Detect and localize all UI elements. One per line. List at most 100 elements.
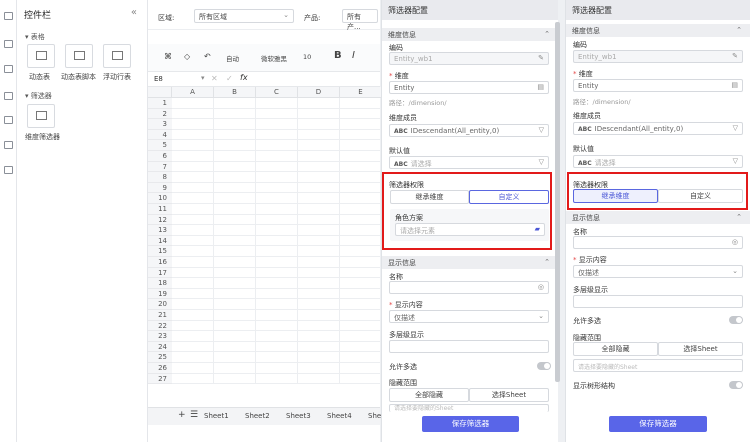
bold-icon[interactable]: B (334, 50, 342, 61)
row-header[interactable]: 8 (148, 172, 172, 183)
sheet-tab[interactable]: Sheet2 (245, 412, 270, 420)
name-input[interactable]: ◎ (389, 281, 549, 294)
row-header[interactable]: 9 (148, 182, 172, 194)
number-format-select[interactable]: 自动 (226, 53, 239, 63)
column-header[interactable]: B (214, 87, 256, 98)
row-header[interactable]: 11 (148, 204, 172, 215)
tree-structure-toggle[interactable] (729, 381, 743, 389)
product-select[interactable]: 所有产... (342, 9, 378, 31)
save-filter-button[interactable]: 保存筛选器 (422, 416, 519, 432)
region-select[interactable]: 所有区域 ⌄ (194, 9, 294, 23)
format-painter-icon[interactable]: ⌘ (164, 52, 172, 61)
default-select[interactable]: ABC 请选择 ▽ (389, 156, 549, 169)
clear-format-icon[interactable]: ◇ (184, 52, 190, 61)
table-icon[interactable] (4, 65, 13, 73)
cancel-icon[interactable]: ✕ (211, 74, 218, 83)
tree-icon[interactable] (4, 166, 13, 174)
row-header[interactable]: 5 (148, 140, 172, 151)
row-header[interactable]: 26 (148, 363, 172, 374)
sheet-tab[interactable]: Sheet3 (286, 412, 311, 420)
section-dimension-info[interactable]: 维度信息 ⌃ (566, 24, 750, 37)
save-filter-button[interactable]: 保存筛选器 (609, 416, 707, 432)
globe-icon[interactable]: ◎ (732, 238, 738, 246)
column-header[interactable]: D (298, 87, 340, 98)
row-header[interactable]: 27 (148, 373, 172, 385)
allow-multi-toggle[interactable] (537, 362, 551, 370)
group-table-label[interactable]: ▾ 表格 (25, 32, 45, 42)
font-select[interactable]: 微软雅黑 (261, 53, 287, 63)
data-icon[interactable] (4, 141, 13, 149)
column-header[interactable]: A (172, 87, 214, 98)
picker-icon[interactable]: ▤ (731, 81, 738, 89)
default-select[interactable]: ABC 请选择 ▽ (573, 155, 743, 168)
filter-icon[interactable]: ▽ (733, 124, 738, 132)
function-icon[interactable]: fx (240, 73, 248, 82)
row-header[interactable]: 16 (148, 257, 172, 268)
globe-icon[interactable]: ◎ (538, 283, 544, 291)
name-input[interactable]: ◎ (573, 236, 743, 249)
italic-icon[interactable]: I (352, 50, 355, 61)
sheet-tab[interactable]: She (368, 412, 381, 420)
scrollbar[interactable] (555, 22, 560, 382)
collapse-icon[interactable]: « (131, 7, 137, 18)
font-size-select[interactable]: 10 (303, 53, 311, 61)
add-sheet-icon[interactable]: + (178, 410, 186, 420)
row-header[interactable]: 18 (148, 278, 172, 289)
chart-icon[interactable] (4, 92, 13, 100)
row-header[interactable]: 19 (148, 288, 172, 300)
member-input[interactable]: ABC IDescendant(All_entity,0) ▽ (389, 124, 549, 137)
row-header[interactable]: 12 (148, 214, 172, 226)
multi-level-input[interactable] (389, 340, 549, 353)
hide-all-option[interactable]: 全部隐藏 (573, 342, 658, 356)
dimension-input[interactable]: Entity ▤ (389, 81, 549, 94)
confirm-icon[interactable]: ✓ (226, 74, 233, 83)
column-header[interactable]: E (340, 87, 382, 98)
code-input[interactable]: Entity_wb1 ✎ (389, 52, 549, 65)
row-header[interactable]: 4 (148, 129, 172, 141)
row-header[interactable]: 24 (148, 341, 172, 353)
row-header[interactable]: 15 (148, 246, 172, 257)
row-header[interactable]: 1 (148, 98, 172, 109)
content-select[interactable]: 仅描述 ⌄ (389, 310, 549, 323)
cell-reference[interactable]: E8 (154, 75, 163, 83)
dimension-input[interactable]: Entity ▤ (573, 79, 743, 92)
content-select[interactable]: 仅描述 ⌄ (573, 265, 743, 278)
dynamic-table-widget[interactable] (27, 44, 55, 68)
row-header[interactable]: 2 (148, 108, 172, 120)
sheet-list-icon[interactable]: ☰ (190, 410, 198, 420)
group-filter-label[interactable]: ▾ 筛选器 (25, 91, 52, 101)
row-header[interactable]: 25 (148, 352, 172, 363)
row-header[interactable]: 7 (148, 161, 172, 173)
edit-icon[interactable]: ✎ (732, 52, 738, 60)
undo-icon[interactable]: ↶ (204, 52, 211, 61)
sheet-tab[interactable]: Sheet1 (204, 412, 229, 420)
section-dimension-info[interactable]: 维度信息 ⌃ (382, 28, 558, 41)
row-header[interactable]: 17 (148, 267, 172, 279)
row-header[interactable]: 23 (148, 331, 172, 342)
member-input[interactable]: ABC IDescendant(All_entity,0) ▽ (573, 122, 743, 135)
floating-row-table-widget[interactable] (103, 44, 131, 68)
dimension-filter-widget[interactable] (27, 104, 55, 128)
section-display-info[interactable]: 显示信息 ⌃ (382, 256, 558, 269)
multi-level-input[interactable] (573, 295, 743, 308)
column-header[interactable]: C (256, 87, 298, 98)
row-header[interactable]: 22 (148, 320, 172, 332)
row-header[interactable]: 21 (148, 310, 172, 321)
filter-icon[interactable]: ▽ (539, 126, 544, 134)
layout-icon[interactable] (4, 12, 13, 20)
filter-icon[interactable]: ▽ (539, 158, 544, 166)
hide-all-option[interactable]: 全部隐藏 (389, 388, 469, 402)
row-header[interactable]: 6 (148, 151, 172, 162)
grid-corner[interactable] (148, 87, 172, 98)
chevron-down-icon[interactable]: ▾ (201, 74, 205, 82)
cell-grid[interactable]: A B C D E 1 2 3 4 5 6 7 8 9 10 11 12 13 14 15 16 17 18 19 20 21 22… (148, 87, 382, 407)
code-input[interactable]: Entity_wb1 ✎ (573, 50, 743, 63)
hide-sheet-select[interactable]: 请选择要隐藏的Sheet (573, 359, 743, 372)
filter-icon[interactable]: ▽ (733, 157, 738, 165)
select-sheet-option[interactable]: 选择Sheet (658, 342, 743, 356)
allow-multi-toggle[interactable] (729, 316, 743, 324)
section-display-info[interactable]: 显示信息 ⌃ (566, 211, 750, 224)
row-header[interactable]: 14 (148, 235, 172, 247)
edit-icon[interactable]: ✎ (538, 54, 544, 62)
hide-sheet-select[interactable]: 请选择要隐藏的Sheet (389, 404, 549, 412)
